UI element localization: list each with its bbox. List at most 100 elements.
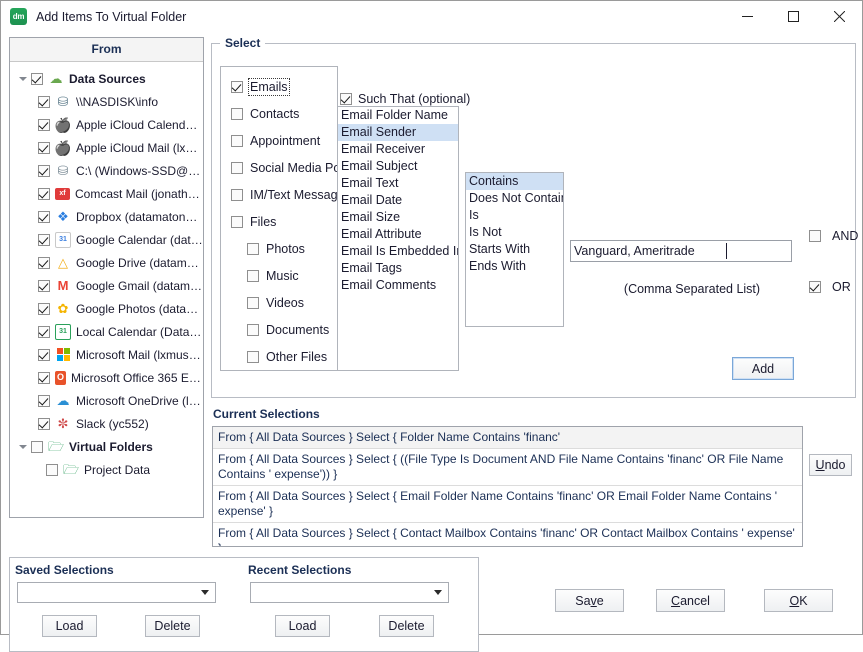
add-button[interactable]: Add (732, 357, 794, 380)
attribute-list[interactable]: Email Folder Name Email Sender Email Recei… (337, 106, 459, 371)
item-type-documents[interactable]: Documents (221, 316, 337, 343)
tree-item-checkbox[interactable] (38, 187, 50, 200)
item-type-appointment[interactable]: Appointment (221, 127, 337, 154)
saved-load-button[interactable]: Load (42, 615, 97, 637)
recent-delete-button[interactable]: Delete (379, 615, 434, 637)
and-checkbox[interactable]: AND (809, 229, 858, 243)
expand-collapse-icon[interactable] (16, 440, 29, 453)
recent-load-button[interactable]: Load (275, 615, 330, 637)
cancel-button[interactable]: Cancel (656, 589, 725, 612)
item-type-checkbox[interactable] (247, 242, 259, 255)
ok-button[interactable]: OK (764, 589, 833, 612)
item-type-contacts[interactable]: Contacts (221, 100, 337, 127)
item-type-checkbox[interactable] (231, 107, 243, 120)
chevron-down-icon[interactable] (434, 590, 442, 595)
attribute-option[interactable]: Email Date (338, 192, 458, 209)
tree-item-c-windows-ssd-r[interactable]: ⛁ C:\ (Windows-SSD@R… (10, 159, 203, 182)
tree-item-nasdisk-info[interactable]: ⛁ \\NASDISK\info (10, 90, 203, 113)
tree-item-checkbox[interactable] (38, 325, 50, 338)
item-type-emails[interactable]: Emails (221, 73, 337, 100)
tree-item-checkbox[interactable] (38, 164, 50, 177)
current-selection-row[interactable]: From { All Data Sources } Select { Email… (213, 486, 802, 523)
tree-item-checkbox[interactable] (38, 141, 50, 154)
tree-item-checkbox[interactable] (38, 210, 50, 223)
tree-item-checkbox[interactable] (38, 95, 50, 108)
tree-item-dropbox-datamaton[interactable]: ❖ Dropbox (datamaton… (10, 205, 203, 228)
tree-item-checkbox[interactable] (31, 72, 43, 85)
item-type-checkbox[interactable] (247, 269, 259, 282)
item-type-music[interactable]: Music (221, 262, 337, 289)
operator-option[interactable]: Contains (466, 173, 563, 190)
current-selections-list[interactable]: From { All Data Sources } Select { Folde… (212, 426, 803, 547)
tree-item-microsoft-onedrive-l[interactable]: ☁ Microsoft OneDrive (l… (10, 389, 203, 412)
item-type-checkbox[interactable] (231, 215, 243, 228)
maximize-icon[interactable] (770, 1, 816, 32)
expand-collapse-icon[interactable] (16, 72, 29, 85)
item-type-photos[interactable]: Photos (221, 235, 337, 262)
item-type-checkbox[interactable] (247, 350, 259, 363)
such-that-checkbox-box[interactable] (340, 93, 352, 105)
tree-item-checkbox[interactable] (38, 371, 50, 384)
current-selection-row[interactable]: From { All Data Sources } Select { ((Fil… (213, 449, 802, 486)
close-icon[interactable] (816, 1, 862, 32)
operator-option[interactable]: Ends With (466, 258, 563, 275)
item-type-checkbox[interactable] (247, 323, 259, 336)
tree-item-google-calendar-dat[interactable]: 31 Google Calendar (dat… (10, 228, 203, 251)
attribute-option[interactable]: Email Subject (338, 158, 458, 175)
tree-item-checkbox[interactable] (38, 394, 50, 407)
tree-item-apple-icloud-mail-lxm[interactable]: 🍎 Apple iCloud Mail (lxm… (10, 136, 203, 159)
operator-option[interactable]: Does Not Contain (466, 190, 563, 207)
attribute-option[interactable]: Email Comments (338, 277, 458, 294)
attribute-option[interactable]: Email Receiver (338, 141, 458, 158)
attribute-option[interactable]: Email Attribute (338, 226, 458, 243)
tree-item-checkbox[interactable] (38, 256, 50, 269)
item-type-files[interactable]: Files (221, 208, 337, 235)
undo-button[interactable]: Undo (809, 454, 852, 476)
tree-item-google-photos-datam[interactable]: ✿ Google Photos (datam… (10, 297, 203, 320)
value-input[interactable] (570, 240, 792, 262)
tree-item-checkbox[interactable] (38, 348, 50, 361)
tree-item-microsoft-office-365-e[interactable]: O Microsoft Office 365 E… (10, 366, 203, 389)
such-that-checkbox[interactable]: Such That (optional) (340, 92, 470, 106)
item-type-social-media-post[interactable]: Social Media Post (221, 154, 337, 181)
minimize-icon[interactable] (724, 1, 770, 32)
attribute-option[interactable]: Email Sender (338, 124, 458, 141)
operator-option[interactable]: Starts With (466, 241, 563, 258)
or-checkbox-box[interactable] (809, 281, 821, 293)
item-type-checkbox[interactable] (231, 161, 243, 174)
item-type-other-files[interactable]: Other Files (221, 343, 337, 370)
tree-item-apple-icloud-calendar[interactable]: 🍎 Apple iCloud Calendar… (10, 113, 203, 136)
tree-item-checkbox[interactable] (31, 440, 43, 453)
save-button[interactable]: Sa v e (555, 589, 624, 612)
tree-item-google-drive-datama[interactable]: △ Google Drive (datama… (10, 251, 203, 274)
tree-item-comcast-mail-jonatha[interactable]: xf Comcast Mail (jonatha… (10, 182, 203, 205)
operator-list[interactable]: Contains Does Not Contain Is Is Not Starts W… (465, 172, 564, 327)
item-type-list[interactable]: Emails Contacts Appointment Social Media Po… (220, 66, 338, 371)
tree-item-slack-yc552[interactable]: ✼ Slack (yc552) (10, 412, 203, 435)
operator-option[interactable]: Is Not (466, 224, 563, 241)
current-selection-row[interactable]: From { All Data Sources } Select { Folde… (213, 427, 802, 449)
attribute-option[interactable]: Email Text (338, 175, 458, 192)
tree-item-local-calendar-data[interactable]: 31 Local Calendar (Data… (10, 320, 203, 343)
item-type-checkbox[interactable] (247, 296, 259, 309)
item-type-checkbox[interactable] (231, 188, 243, 201)
attribute-option[interactable]: Email Is Embedded In (338, 243, 458, 260)
tree-item-checkbox[interactable] (46, 463, 58, 476)
tree-item-data-sources[interactable]: ☁ Data Sources (10, 67, 203, 90)
tree-item-virtual-folders[interactable]: 🗁 Virtual Folders (10, 435, 203, 458)
attribute-option[interactable]: Email Size (338, 209, 458, 226)
data-sources-tree[interactable]: ☁ Data Sources ⛁ \\NASDISK\info 🍎 Apple iClou… (10, 62, 203, 481)
tree-item-checkbox[interactable] (38, 279, 50, 292)
saved-delete-button[interactable]: Delete (145, 615, 200, 637)
and-checkbox-box[interactable] (809, 230, 821, 242)
saved-selections-combo[interactable] (17, 582, 216, 603)
item-type-checkbox[interactable] (231, 134, 243, 147)
operator-option[interactable]: Is (466, 207, 563, 224)
tree-item-checkbox[interactable] (38, 417, 50, 430)
attribute-option[interactable]: Email Tags (338, 260, 458, 277)
tree-item-google-gmail-datama[interactable]: M Google Gmail (datama… (10, 274, 203, 297)
item-type-checkbox[interactable] (231, 80, 243, 93)
chevron-down-icon[interactable] (201, 590, 209, 595)
tree-item-checkbox[interactable] (38, 118, 50, 131)
tree-item-checkbox[interactable] (38, 233, 50, 246)
